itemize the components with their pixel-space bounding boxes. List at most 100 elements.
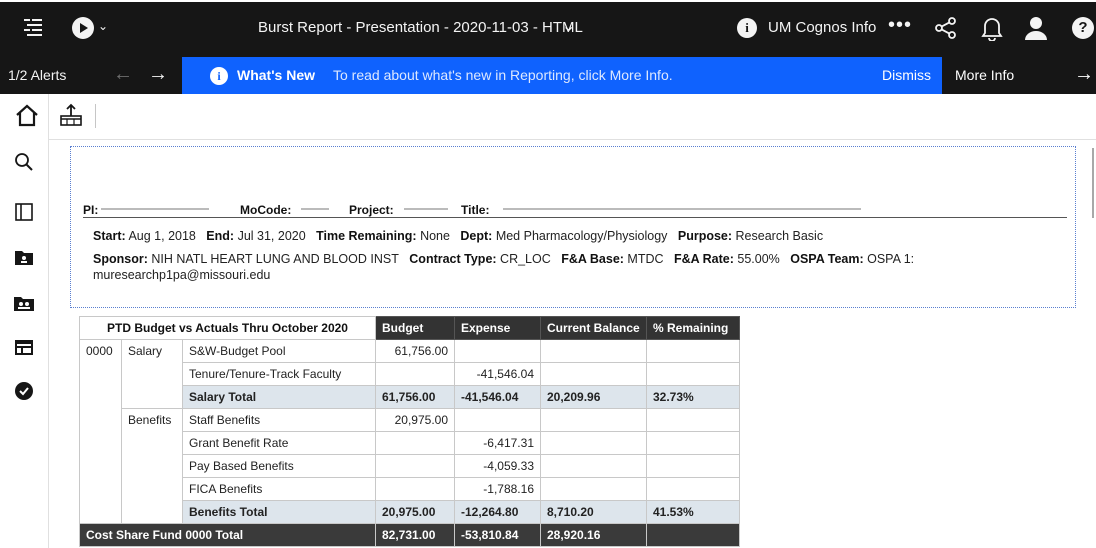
- remaining-cell: [646, 408, 740, 432]
- remaining-cell: [646, 431, 740, 455]
- ospa-email: muresearchp1pa@missouri.edu: [93, 268, 271, 282]
- project-label: Project:: [349, 203, 394, 217]
- balance-cell: [540, 454, 647, 478]
- alert-count: 1/2 Alerts: [8, 67, 67, 83]
- category-cell: Salary: [121, 339, 183, 409]
- report-title: Burst Report - Presentation - 2020-11-03…: [258, 19, 583, 36]
- budget-cell: 82,731.00: [375, 523, 455, 547]
- toolbar: [0, 94, 1096, 140]
- divider: [48, 94, 49, 139]
- expense-cell: [454, 408, 541, 432]
- balance-cell: [540, 339, 647, 363]
- more-info-button[interactable]: More Info: [955, 67, 1014, 83]
- divider: [95, 104, 96, 128]
- grand-total-label: Cost Share Fund 0000 Total: [79, 523, 376, 547]
- column-header: Budget: [375, 316, 455, 340]
- mocode-label: MoCode:: [240, 203, 292, 217]
- balance-cell: 20,209.96: [540, 385, 647, 409]
- title-label: Title:: [461, 203, 490, 217]
- cognos-info-link[interactable]: UM Cognos Info: [768, 19, 876, 36]
- vertical-scrollbar[interactable]: [1090, 140, 1096, 548]
- redacted-mocode: [301, 208, 329, 210]
- balance-cell: [540, 408, 647, 432]
- report-header: PI: MoCode: Project: Title: Start: Aug 1…: [70, 146, 1076, 308]
- balance-cell: [540, 362, 647, 386]
- table-row: Benefits Staff Benefits 20,975.00: [80, 408, 740, 524]
- scrollbar-thumb[interactable]: [1092, 148, 1094, 218]
- pi-label: PI:: [83, 203, 99, 217]
- expense-cell: -41,546.04: [454, 362, 541, 386]
- previous-alert-icon[interactable]: ←: [113, 63, 133, 86]
- balance-cell: 8,710.20: [540, 500, 647, 524]
- budget-table: PTD Budget vs Actuals Thru October 2020 …: [79, 316, 740, 547]
- line-item: FICA Benefits: [182, 477, 376, 501]
- remaining-cell: [646, 339, 740, 363]
- report-info-line-3: muresearchp1pa@missouri.edu: [93, 268, 270, 282]
- user-icon[interactable]: [1024, 15, 1048, 41]
- remaining-cell: [646, 362, 740, 386]
- report-headline: PI: MoCode: Project: Title:: [83, 203, 1067, 218]
- budget-cell: 20,975.00: [375, 408, 455, 432]
- budget-cell: 61,756.00: [375, 385, 455, 409]
- budget-cell: 61,756.00: [375, 339, 455, 363]
- remaining-cell: [646, 523, 740, 547]
- panel-icon[interactable]: [13, 201, 35, 223]
- column-header: Current Balance: [540, 316, 647, 340]
- next-alert-icon[interactable]: →: [148, 63, 168, 86]
- remaining-cell: 41.53%: [646, 500, 740, 524]
- my-content-icon[interactable]: [13, 246, 35, 268]
- fund-cell: 0000: [79, 339, 122, 524]
- search-icon[interactable]: [13, 151, 35, 173]
- line-item: Grant Benefit Rate: [182, 431, 376, 455]
- table-header-row: PTD Budget vs Actuals Thru October 2020 …: [79, 316, 740, 340]
- run-chevron-icon[interactable]: ⌄: [98, 19, 108, 33]
- budget-cell: [375, 431, 455, 455]
- subtotal-label: Salary Total: [182, 385, 376, 409]
- dismiss-button[interactable]: Dismiss: [882, 67, 931, 83]
- expense-cell: -6,417.31: [454, 431, 541, 455]
- more-info-arrow-icon[interactable]: →: [1074, 63, 1094, 86]
- alert-info-icon: i: [210, 67, 228, 85]
- balance-cell: 28,920.16: [540, 523, 647, 547]
- export-icon[interactable]: [58, 102, 84, 128]
- home-icon[interactable]: [14, 102, 40, 128]
- budget-cell: 20,975.00: [375, 500, 455, 524]
- team-content-icon[interactable]: [13, 292, 35, 314]
- category-cell: Benefits: [121, 408, 183, 524]
- column-header: Expense: [454, 316, 541, 340]
- table-row: 0000 Salary S&W-Budget Pool 61,756.00: [79, 339, 740, 524]
- expense-cell: -12,264.80: [454, 500, 541, 524]
- report-info-line-1: Start: Aug 1, 2018 End: Jul 31, 2020 Tim…: [93, 229, 824, 243]
- notifications-icon[interactable]: [981, 15, 1003, 41]
- budget-cell: [375, 362, 455, 386]
- line-item: Staff Benefits: [182, 408, 376, 432]
- help-icon[interactable]: ?: [1072, 17, 1094, 39]
- menu-icon[interactable]: [22, 17, 44, 39]
- expense-cell: -1,788.16: [454, 477, 541, 501]
- alert-message: To read about what's new in Reporting, c…: [333, 67, 673, 83]
- expense-cell: [454, 339, 541, 363]
- balance-cell: [540, 431, 647, 455]
- info-icon[interactable]: i: [737, 18, 757, 38]
- recent-icon[interactable]: [13, 336, 35, 358]
- balance-cell: [540, 477, 647, 501]
- line-item: S&W-Budget Pool: [182, 339, 376, 363]
- more-options-icon[interactable]: •••: [888, 14, 912, 37]
- alert-heading: What's New: [237, 67, 316, 83]
- expense-cell: -53,810.84: [454, 523, 541, 547]
- redacted-pi: [101, 208, 209, 210]
- column-header: % Remaining: [646, 316, 740, 340]
- grand-total-row: Cost Share Fund 0000 Total 82,731.00 -53…: [79, 523, 740, 547]
- expense-cell: -4,059.33: [454, 454, 541, 478]
- share-icon[interactable]: [934, 16, 958, 40]
- run-icon[interactable]: [72, 17, 94, 39]
- redacted-project: [404, 208, 448, 210]
- subtotal-label: Benefits Total: [182, 500, 376, 524]
- table-title: PTD Budget vs Actuals Thru October 2020: [79, 316, 376, 340]
- line-item: Pay Based Benefits: [182, 454, 376, 478]
- schedule-icon[interactable]: [13, 380, 35, 402]
- remaining-cell: [646, 477, 740, 501]
- line-item: Tenure/Tenure-Track Faculty: [182, 362, 376, 386]
- top-bar: ⌄ Burst Report - Presentation - 2020-11-…: [0, 0, 1096, 57]
- title-chevron-icon[interactable]: ⌄: [562, 16, 575, 36]
